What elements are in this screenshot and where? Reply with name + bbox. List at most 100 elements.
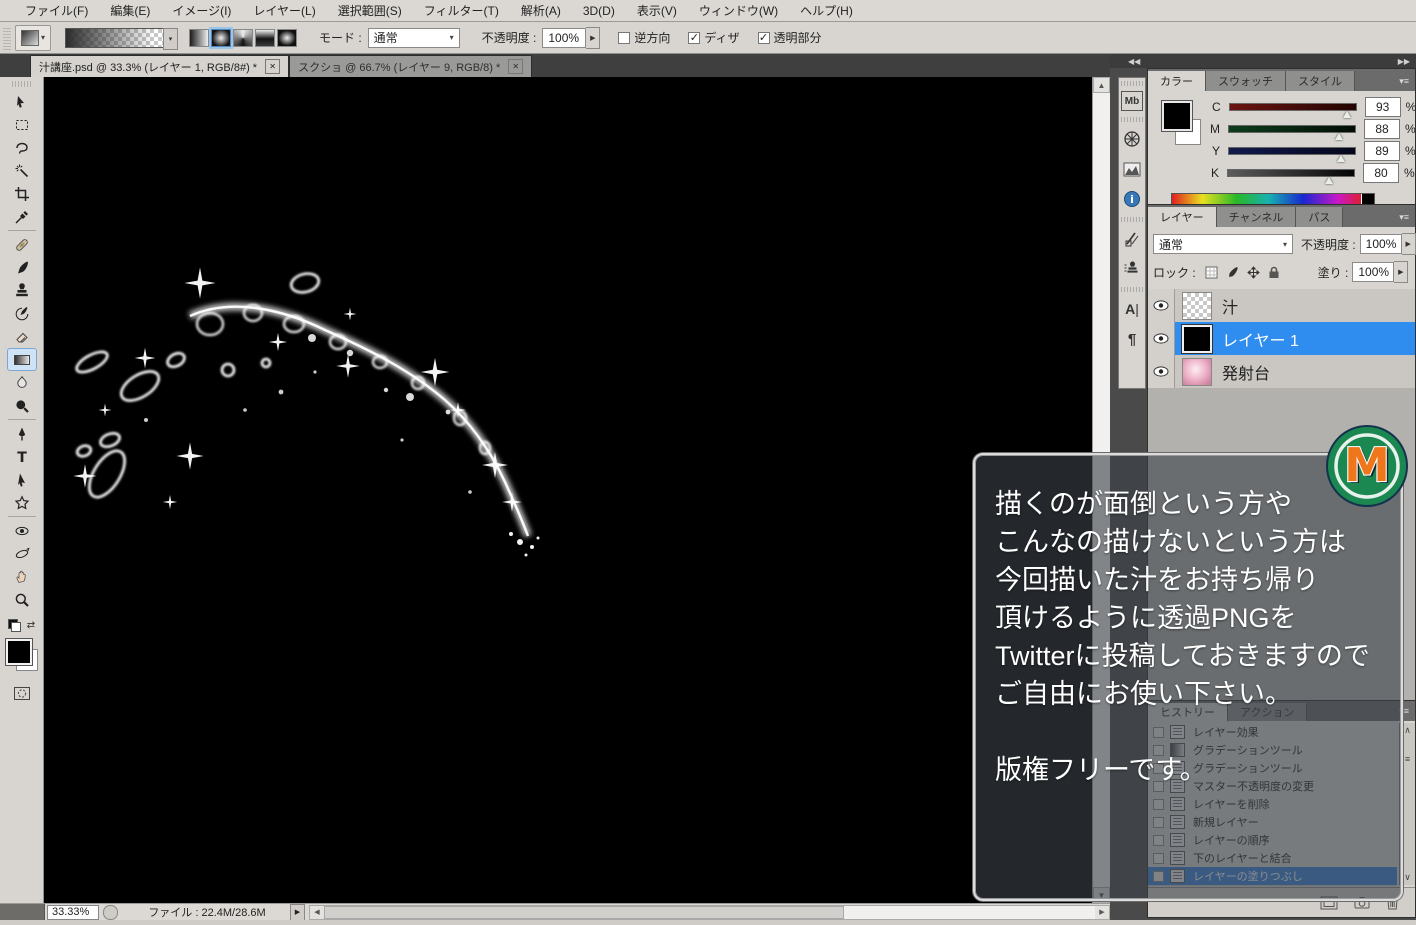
history-brush-tool-icon[interactable] xyxy=(7,302,37,325)
black-value[interactable]: 80 xyxy=(1363,163,1399,183)
scroll-left-icon[interactable]: ◀ xyxy=(310,906,324,919)
canvas-horizontal-scrollbar[interactable]: ◀ ▶ xyxy=(309,905,1110,920)
expand-panels-icon[interactable]: ▶▶ xyxy=(1398,57,1410,66)
document-tab-active[interactable]: 汁講座.psd @ 33.3% (レイヤー 1, RGB/8#) * ✕ xyxy=(30,55,289,77)
opacity-spinner-button[interactable]: ▶ xyxy=(586,27,600,49)
layer-name[interactable]: 発射台 xyxy=(1222,360,1270,384)
scroll-down-icon[interactable]: ∨ xyxy=(1404,872,1411,883)
gradient-tool-icon[interactable] xyxy=(7,348,37,371)
yellow-slider[interactable] xyxy=(1228,147,1356,155)
brush-tool-icon[interactable] xyxy=(7,256,37,279)
lock-position-icon[interactable] xyxy=(1246,265,1261,280)
horizontal-scroll-thumb[interactable] xyxy=(324,906,844,919)
tab-channels[interactable]: チャンネル xyxy=(1217,207,1297,227)
crop-tool-icon[interactable] xyxy=(7,182,37,205)
menu-3d[interactable]: 3D(D) xyxy=(572,2,626,20)
clone-stamp-tool-icon[interactable] xyxy=(7,279,37,302)
layer-name[interactable]: レイヤー 1 xyxy=(1222,327,1299,351)
foreground-color-swatch[interactable] xyxy=(1162,101,1192,131)
lock-pixels-icon[interactable] xyxy=(1225,265,1240,280)
marquee-tool-icon[interactable] xyxy=(7,113,37,136)
slider-marker[interactable] xyxy=(1325,177,1333,184)
slider-marker[interactable] xyxy=(1335,133,1343,140)
opacity-input[interactable]: 100% xyxy=(542,28,586,48)
transparency-checkbox-row[interactable]: ✓ 透明部分 xyxy=(758,29,822,46)
visibility-toggle[interactable] xyxy=(1148,322,1175,355)
document-canvas[interactable] xyxy=(44,77,1092,903)
gradient-tool-preset-button[interactable]: ▾ xyxy=(15,25,51,51)
mini-bridge-icon[interactable]: Mb xyxy=(1121,91,1143,111)
zoom-tool-icon[interactable] xyxy=(7,588,37,611)
magenta-value[interactable]: 88 xyxy=(1364,119,1400,139)
status-menu-button[interactable]: ▶ xyxy=(290,904,305,921)
slider-marker[interactable] xyxy=(1343,111,1351,118)
paragraph-panel-icon[interactable]: ¶ xyxy=(1120,327,1144,351)
navigator-icon[interactable] xyxy=(1120,127,1144,151)
clone-source-icon[interactable] xyxy=(1120,257,1144,281)
scrollbar-grip[interactable]: ≡ xyxy=(1405,754,1410,764)
diamond-gradient-button[interactable] xyxy=(277,29,297,47)
layer-thumbnail[interactable] xyxy=(1182,358,1212,386)
reverse-checkbox-row[interactable]: 逆方向 xyxy=(618,29,670,46)
default-colors-icon[interactable] xyxy=(8,619,21,632)
move-tool-icon[interactable] xyxy=(7,90,37,113)
healing-brush-tool-icon[interactable] xyxy=(7,233,37,256)
radial-gradient-button[interactable] xyxy=(211,29,231,47)
menu-select[interactable]: 選択範囲(S) xyxy=(327,0,413,21)
brush-presets-icon[interactable] xyxy=(1120,227,1144,251)
info-icon[interactable]: i xyxy=(1120,187,1144,211)
lock-all-icon[interactable] xyxy=(1267,265,1282,280)
tab-swatches[interactable]: スウォッチ xyxy=(1206,71,1286,91)
swap-colors-icon[interactable]: ⇄ xyxy=(27,620,35,631)
dither-checkbox[interactable]: ✓ xyxy=(688,32,700,44)
type-tool-icon[interactable]: T xyxy=(7,445,37,468)
layer-opacity-spinner[interactable]: ▶ xyxy=(1402,233,1416,255)
panel-menu-icon[interactable]: ▾≡ xyxy=(1399,212,1415,227)
visibility-toggle[interactable] xyxy=(1148,289,1175,322)
3d-orbit-tool-icon[interactable] xyxy=(7,542,37,565)
tab-layers[interactable]: レイヤー xyxy=(1148,207,1217,227)
smudge-tool-icon[interactable] xyxy=(7,371,37,394)
lock-transparency-icon[interactable] xyxy=(1204,265,1219,280)
layer-row-launcher[interactable]: 発射台 xyxy=(1148,355,1415,389)
layer-opacity-input[interactable]: 100% xyxy=(1360,234,1402,254)
cyan-value[interactable]: 93 xyxy=(1365,97,1401,117)
dither-checkbox-row[interactable]: ✓ ディザ xyxy=(688,29,739,46)
magenta-slider[interactable] xyxy=(1228,125,1356,133)
3d-rotate-tool-icon[interactable] xyxy=(7,519,37,542)
swap-colors-control[interactable]: ⇄ xyxy=(8,619,35,632)
foreground-color-swatch[interactable] xyxy=(6,639,32,665)
layer-row-juice[interactable]: 汁 xyxy=(1148,289,1415,323)
menu-edit[interactable]: 編集(E) xyxy=(99,0,161,21)
custom-shape-tool-icon[interactable] xyxy=(7,491,37,514)
character-panel-icon[interactable]: A| xyxy=(1120,297,1144,321)
reverse-checkbox[interactable] xyxy=(618,32,630,44)
layer-thumbnail[interactable] xyxy=(1182,325,1212,353)
tab-color[interactable]: カラー xyxy=(1148,71,1206,91)
path-selection-tool-icon[interactable] xyxy=(7,468,37,491)
quick-mask-icon[interactable] xyxy=(7,682,37,705)
menu-image[interactable]: イメージ(I) xyxy=(161,0,242,21)
tab-styles[interactable]: スタイル xyxy=(1286,71,1355,91)
scroll-up-icon[interactable]: ▲ xyxy=(1093,77,1110,93)
menu-window[interactable]: ウィンドウ(W) xyxy=(688,0,789,21)
histogram-icon[interactable] xyxy=(1120,157,1144,181)
gradient-picker-dropdown[interactable]: ▾ xyxy=(163,28,178,50)
palette-grip[interactable] xyxy=(12,81,32,87)
lasso-tool-icon[interactable] xyxy=(7,136,37,159)
layer-blend-mode-select[interactable]: 通常 ▾ xyxy=(1153,234,1293,254)
fill-spinner[interactable]: ▶ xyxy=(1394,261,1408,283)
menu-file[interactable]: ファイル(F) xyxy=(14,0,99,21)
black-slider[interactable] xyxy=(1227,169,1355,177)
linear-gradient-button[interactable] xyxy=(189,29,209,47)
layer-thumbnail[interactable] xyxy=(1182,292,1212,320)
menu-layer[interactable]: レイヤー(L) xyxy=(242,0,326,21)
reflected-gradient-button[interactable] xyxy=(255,29,275,47)
foreground-background-swatches[interactable] xyxy=(5,638,39,672)
menu-view[interactable]: 表示(V) xyxy=(626,0,688,21)
layer-name[interactable]: 汁 xyxy=(1222,294,1238,318)
close-icon[interactable]: ✕ xyxy=(508,59,523,74)
collapse-panels-icon[interactable]: ◀◀ xyxy=(1128,57,1140,66)
menu-filter[interactable]: フィルター(T) xyxy=(413,0,510,21)
magic-wand-tool-icon[interactable] xyxy=(7,159,37,182)
